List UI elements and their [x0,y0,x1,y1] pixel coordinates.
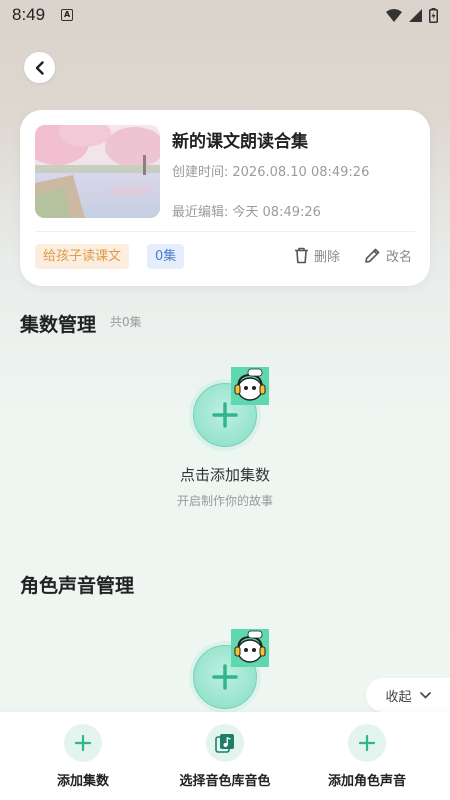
created-label: 创建时间: [172,165,229,180]
voices-section-title: 角色声音管理 [20,575,135,597]
music-library-icon [206,724,244,762]
plus-icon [348,724,386,762]
signal-icon [409,8,422,22]
rename-label: 改名 [386,250,413,265]
created-time: 创建时间: 2026.08.10 08:49:26 [172,161,369,180]
a-box-icon: A [61,9,74,21]
bottom-add-episode-button[interactable]: 添加集数 [8,724,158,789]
episodes-empty-subtitle: 开启制作你的故事 [176,494,273,508]
status-bar: 8:49 A [0,0,450,30]
bottom-voice-library-button[interactable]: 选择音色库音色 [150,724,300,789]
rename-button[interactable]: 改名 [364,246,412,265]
edited-value: 今天 08:49:26 [232,205,321,220]
collection-card: 新的课文朗读合集 创建时间: 2026.08.10 08:49:26 最近编辑: 今… [20,110,430,286]
chevron-down-icon [419,691,431,699]
bottom-action-bar: 添加集数 选择音色库音色 添加角色声音 [0,712,450,800]
collection-title: 新的课文朗读合集 [172,132,308,152]
collapse-label: 收起 [385,689,412,705]
mascot-headphones-icon [231,367,269,405]
category-tag: 给孩子读课文 [35,244,130,269]
battery-icon [429,7,438,23]
edited-label: 最近编辑: [172,205,229,220]
delete-button[interactable]: 删除 [294,246,340,265]
plus-icon [64,724,102,762]
created-value: 2026.08.10 08:49:26 [232,165,370,180]
wifi-icon [386,8,402,22]
delete-label: 删除 [314,250,341,265]
bottom-add-episode-label: 添加集数 [56,774,109,789]
card-divider [35,231,415,232]
chevron-left-icon [35,60,44,75]
status-icons [386,7,438,23]
episodes-empty-title: 点击添加集数 [179,466,270,484]
mascot-headphones-icon [231,629,269,667]
last-edited-time: 最近编辑: 今天 08:49:26 [172,201,321,220]
status-time: 8:49 [12,5,46,24]
collapse-button[interactable]: 收起 [366,678,450,712]
plus-icon [212,664,238,690]
episodes-section-title: 集数管理 [20,314,97,336]
episode-count-badge: 0集 [147,244,185,269]
bottom-voice-library-label: 选择音色库音色 [179,774,271,789]
bottom-add-voice-button[interactable]: 添加角色声音 [292,724,442,789]
collection-cover-image[interactable] [35,125,160,218]
bottom-add-voice-label: 添加角色声音 [327,774,406,789]
trash-icon [295,247,308,264]
pencil-icon [365,248,380,263]
plus-icon [212,402,238,428]
episodes-count: 共0集 [110,315,142,329]
back-button[interactable] [24,52,55,83]
